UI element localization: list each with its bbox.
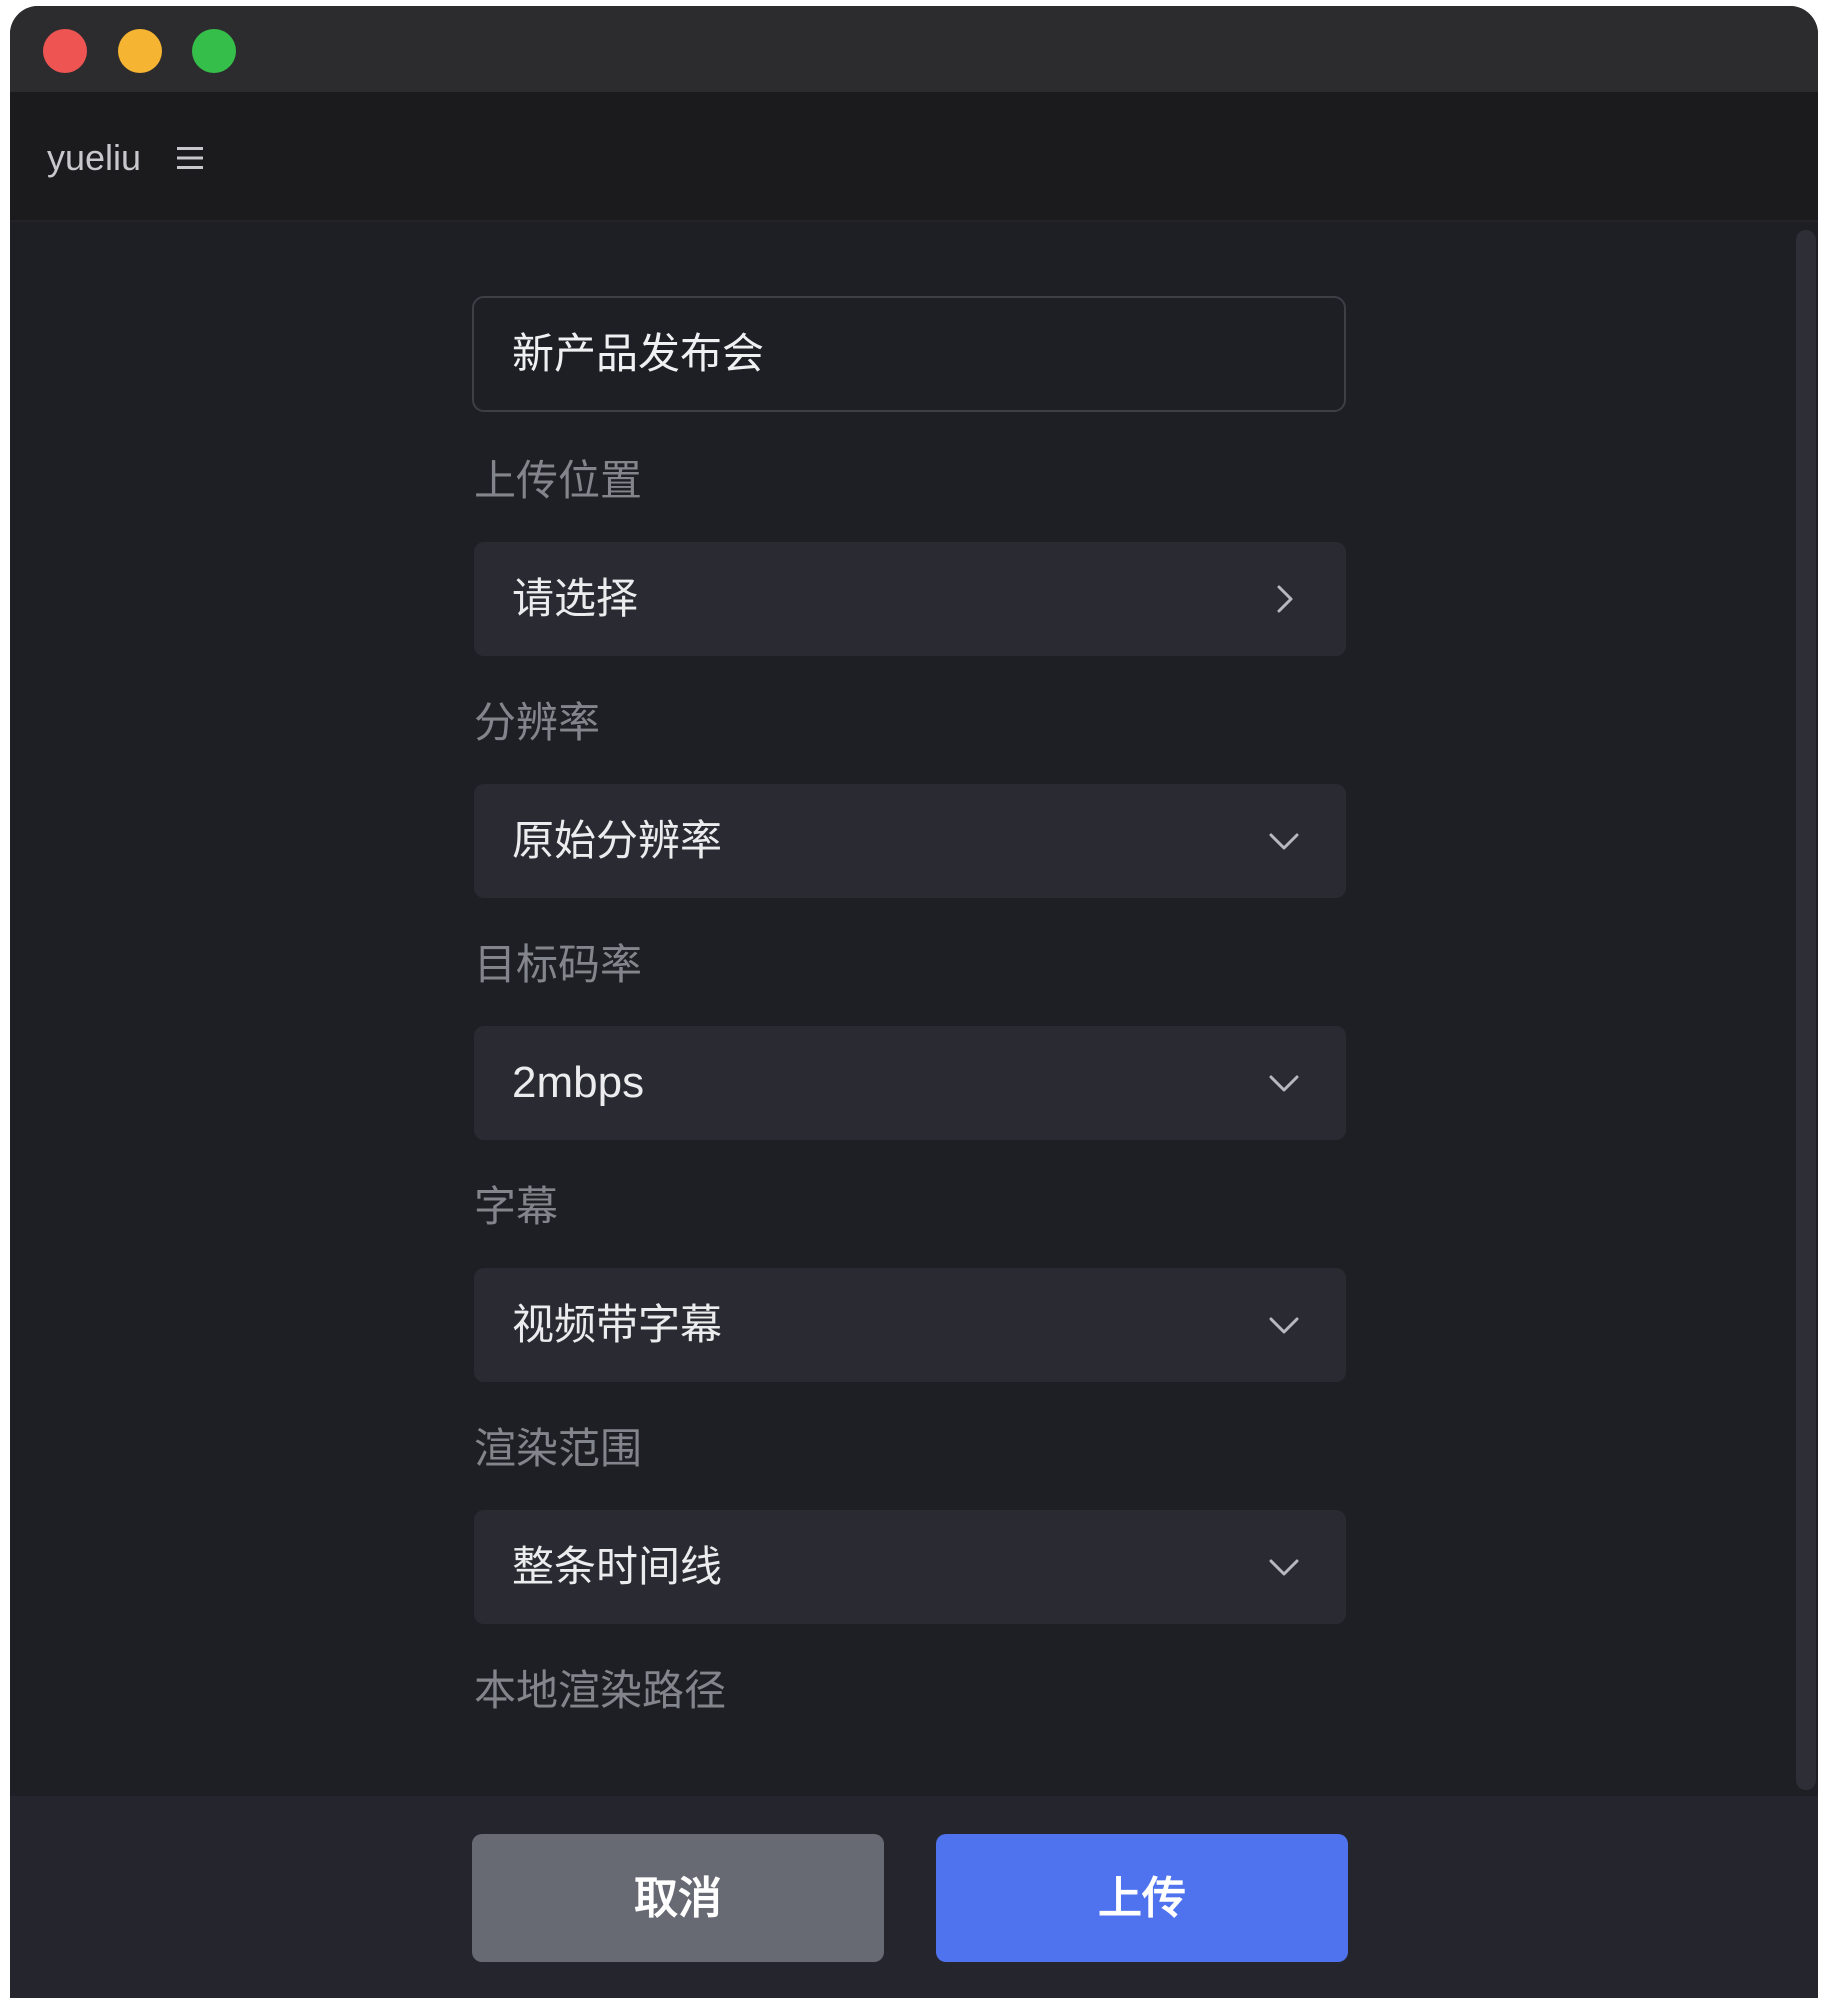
local-render-path-label: 本地渲染路径 <box>474 1666 727 1715</box>
bitrate-label: 目标码率 <box>474 940 643 989</box>
title-bar <box>10 6 1818 92</box>
maximize-window-button[interactable] <box>192 29 236 73</box>
upload-location-value: 请选择 <box>512 574 639 623</box>
subtitle-select[interactable]: 视频带字幕 <box>474 1268 1346 1382</box>
cancel-button[interactable]: 取消 <box>472 1834 884 1962</box>
render-range-label: 渲染范围 <box>474 1424 643 1473</box>
scrollbar[interactable] <box>1796 230 1816 1790</box>
app-window: yueliu 新产品发布会 上传位置 请选择 分辨率 原始分辨率 目标码率 2m… <box>10 6 1818 1998</box>
subtitle-value: 视频带字幕 <box>512 1300 723 1349</box>
resolution-value: 原始分辨率 <box>512 816 723 865</box>
upload-button[interactable]: 上传 <box>936 1834 1348 1962</box>
chevron-right-icon <box>1277 585 1293 613</box>
upload-location-label: 上传位置 <box>474 456 643 505</box>
form-content: 新产品发布会 上传位置 请选择 分辨率 原始分辨率 目标码率 2mbps 字幕 … <box>10 222 1818 1796</box>
minimize-window-button[interactable] <box>118 29 162 73</box>
render-range-select[interactable]: 整条时间线 <box>474 1510 1346 1624</box>
chevron-down-icon <box>1269 1317 1299 1334</box>
project-title-input[interactable]: 新产品发布会 <box>472 296 1346 412</box>
action-footer: 取消 上传 <box>10 1796 1818 1998</box>
chevron-down-icon <box>1269 1075 1299 1092</box>
app-name: yueliu <box>47 137 142 178</box>
bitrate-select[interactable]: 2mbps <box>474 1026 1346 1140</box>
close-window-button[interactable] <box>43 29 87 73</box>
app-header: yueliu <box>10 92 1818 222</box>
bitrate-value: 2mbps <box>512 1058 645 1107</box>
resolution-select[interactable]: 原始分辨率 <box>474 784 1346 898</box>
hamburger-menu-icon[interactable] <box>175 144 205 172</box>
resolution-label: 分辨率 <box>474 698 601 747</box>
render-range-value: 整条时间线 <box>512 1542 723 1591</box>
chevron-down-icon <box>1269 1559 1299 1576</box>
subtitle-label: 字幕 <box>474 1182 559 1231</box>
upload-location-select[interactable]: 请选择 <box>474 542 1346 656</box>
chevron-down-icon <box>1269 833 1299 850</box>
